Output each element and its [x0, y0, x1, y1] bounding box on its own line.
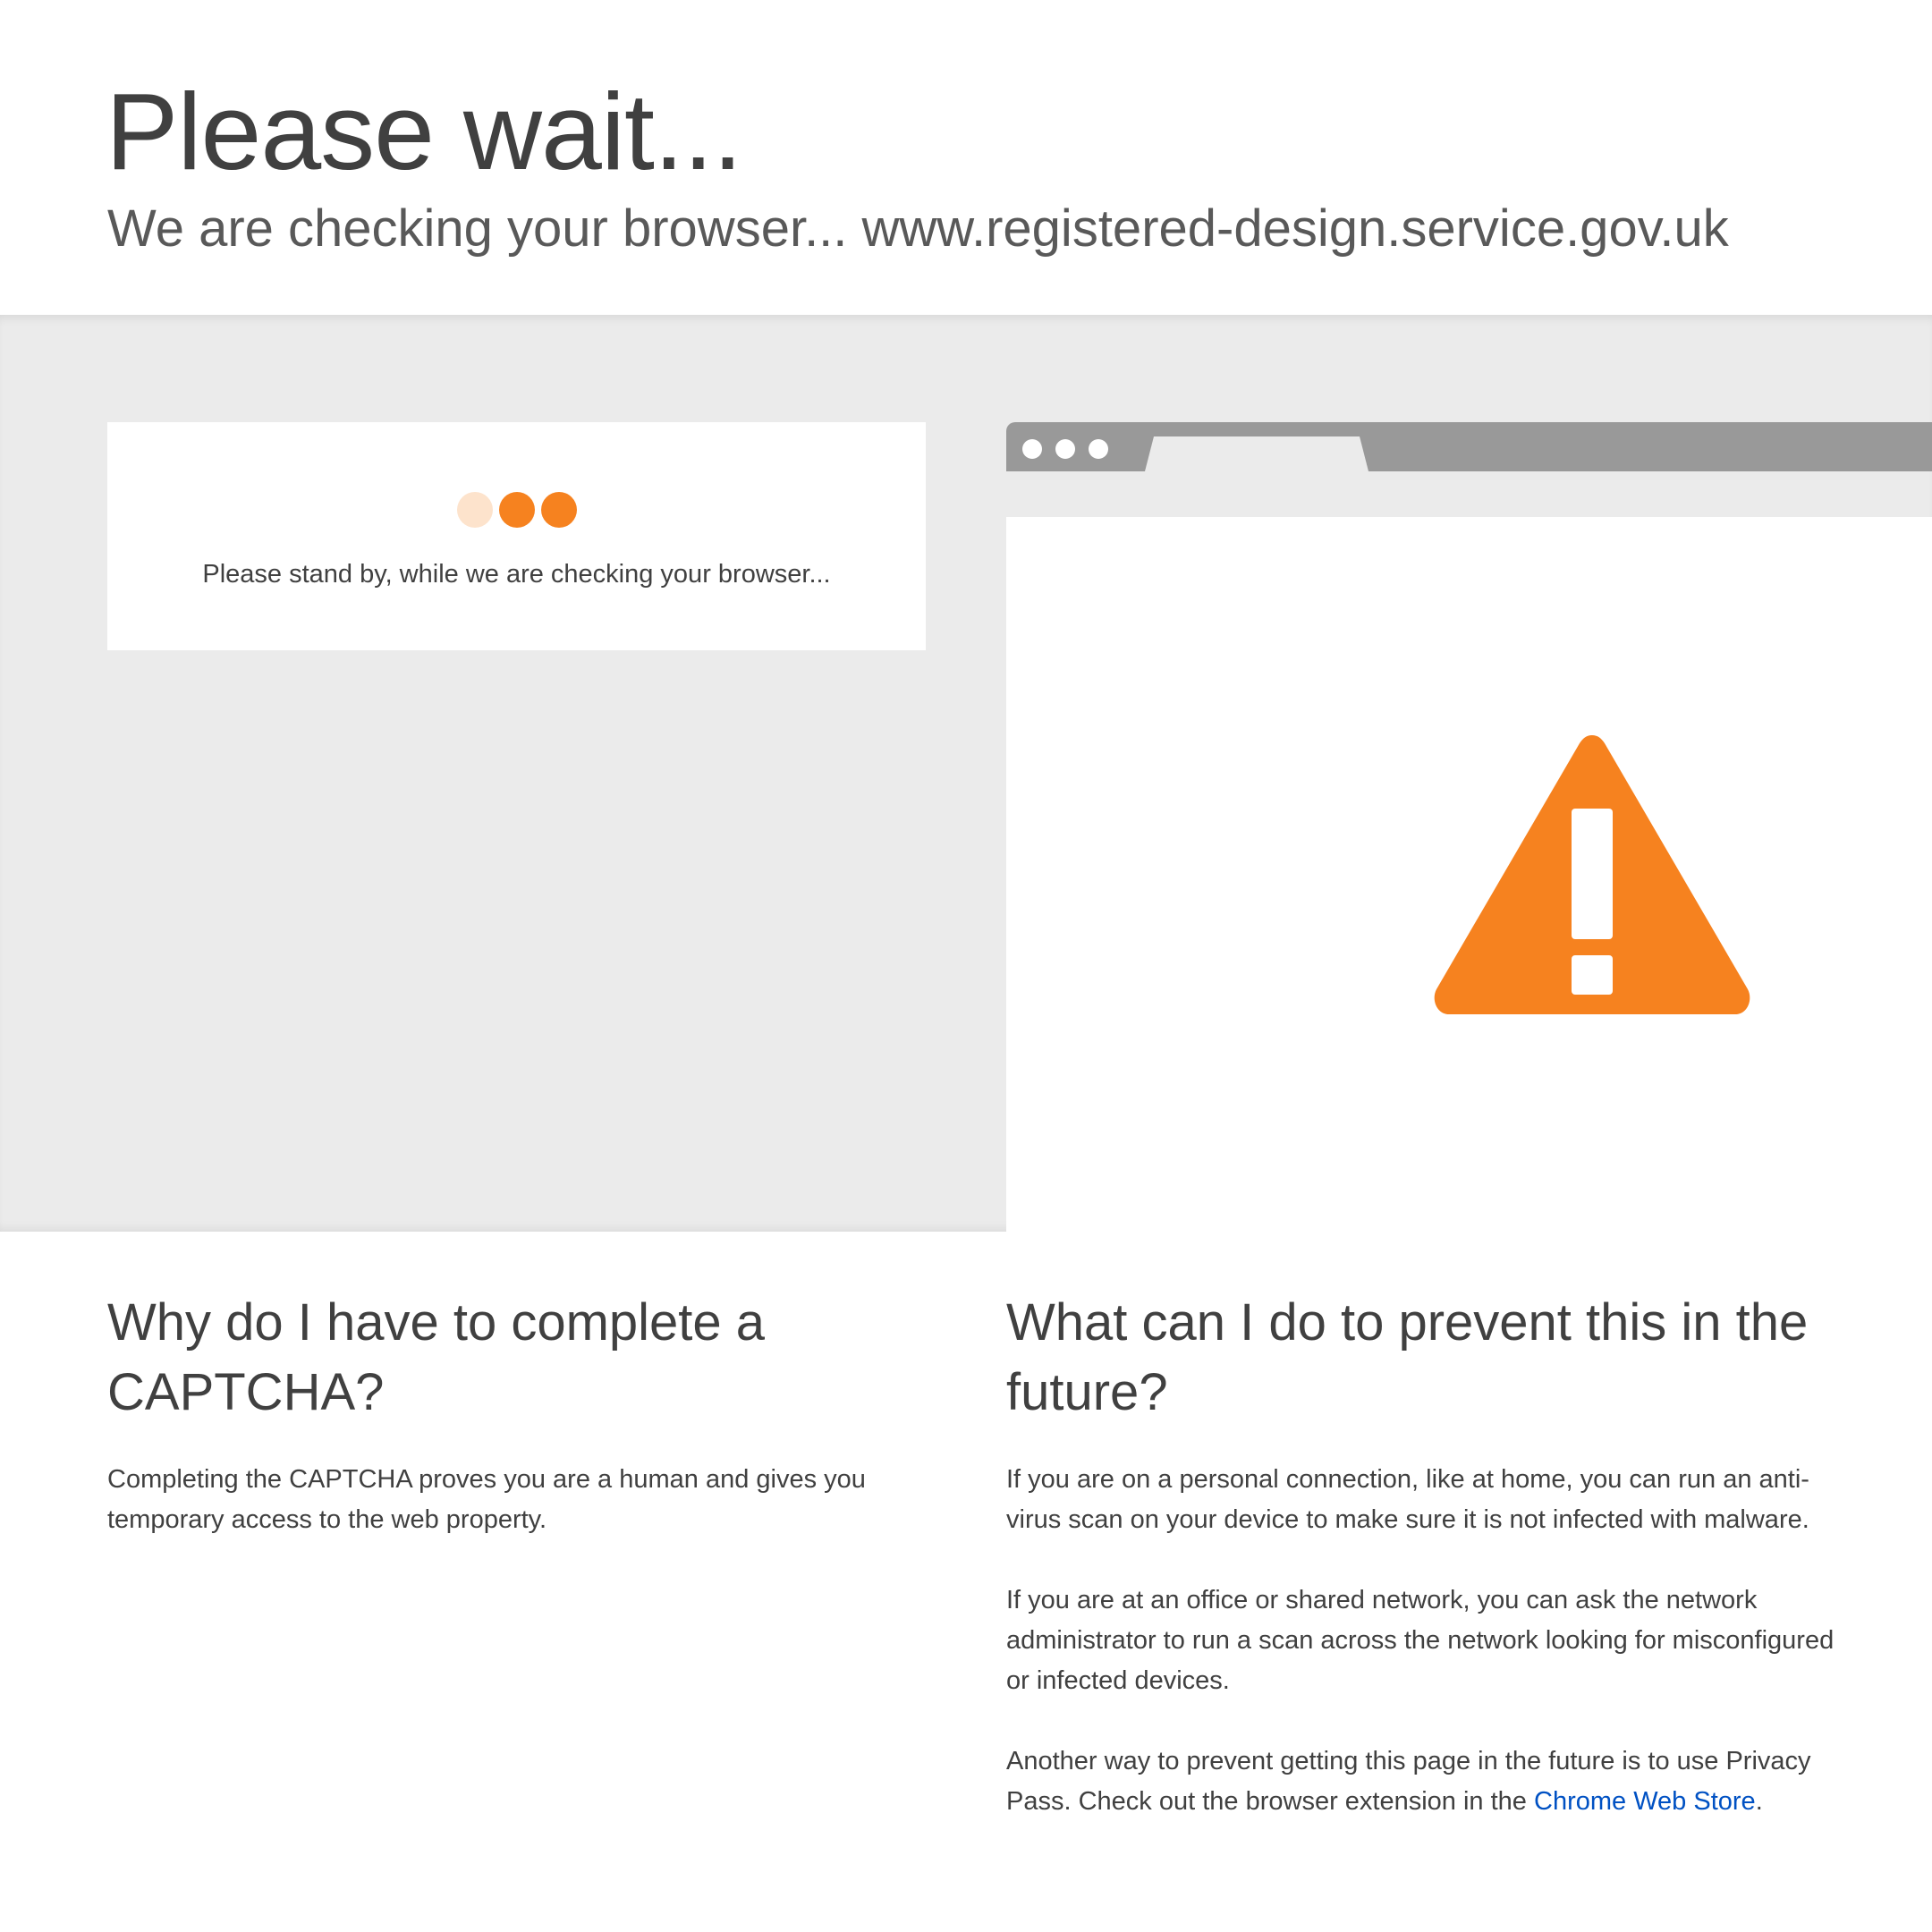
- loading-dot: [540, 492, 577, 528]
- standby-message: Please stand by, while we are checking y…: [202, 560, 831, 589]
- prevent-paragraph-2: If you are at an office or shared networ…: [1006, 1586, 1835, 1695]
- browser-content: [1006, 517, 1932, 1232]
- prevent-paragraph-3-end: .: [1755, 1787, 1763, 1816]
- page-header: Please wait... We are checking your brow…: [0, 0, 1932, 315]
- browser-illustration: [1006, 422, 1932, 1232]
- why-captcha-body: Completing the CAPTCHA proves you are a …: [107, 1465, 866, 1534]
- page-title: Please wait...: [106, 71, 743, 192]
- domain-name: www.registered-design.service.gov.uk: [861, 199, 1729, 258]
- subtitle-prefix: We are checking your browser...: [107, 199, 848, 258]
- why-captcha-section: Why do I have to complete a CAPTCHA? Com…: [107, 1288, 912, 1580]
- prevent-heading: What can I do to prevent this in the fut…: [1006, 1293, 1809, 1421]
- browser-tab: [1145, 436, 1368, 471]
- why-captcha-heading: Why do I have to complete a CAPTCHA?: [107, 1293, 766, 1421]
- prevent-paragraph-1: If you are on a personal connection, lik…: [1006, 1465, 1809, 1534]
- window-dot-icon: [1022, 439, 1042, 459]
- browser-title-bar: [1006, 422, 1932, 471]
- prevent-section: What can I do to prevent this in the fut…: [1006, 1288, 1838, 1862]
- loading-dot: [498, 492, 535, 528]
- prevent-paragraph-3: Another way to prevent getting this page…: [1006, 1741, 1838, 1822]
- window-dot-icon: [1089, 439, 1108, 459]
- loading-dots: [107, 492, 926, 530]
- loading-dot: [456, 492, 493, 528]
- challenge-band: Please stand by, while we are checking y…: [0, 315, 1932, 1232]
- standby-card: Please stand by, while we are checking y…: [107, 422, 926, 650]
- page-subtitle: We are checking your browser... www.regi…: [107, 197, 1729, 261]
- warning-triangle-icon: [1434, 735, 1750, 1014]
- chrome-web-store-link[interactable]: Chrome Web Store: [1534, 1787, 1756, 1816]
- window-dot-icon: [1055, 439, 1075, 459]
